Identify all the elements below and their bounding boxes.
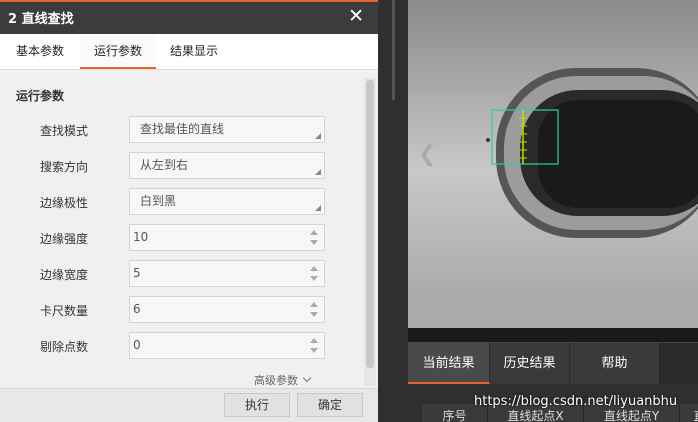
- spin-up-icon[interactable]: [310, 230, 318, 235]
- watermark-text: https://blog.csdn.net/liyuanbhu: [474, 394, 678, 409]
- tab-current-result[interactable]: 当前结果: [408, 343, 490, 384]
- param-value: 白到黑: [140, 194, 177, 208]
- spin-up-icon[interactable]: [310, 338, 318, 343]
- param-row-edge-width: 边缘宽度 5: [0, 260, 360, 288]
- spin-down-icon[interactable]: [310, 276, 318, 281]
- param-value: 从左到右: [140, 158, 189, 172]
- edge-strength-stepper[interactable]: 10: [129, 224, 325, 251]
- tab-history-result[interactable]: 历史结果: [490, 343, 570, 384]
- find-mode-select[interactable]: 查找最佳的直线: [129, 116, 325, 143]
- chevron-down-icon: [302, 373, 312, 383]
- param-label: 搜索方向: [40, 160, 89, 174]
- param-row-caliper-count: 卡尺数量 6: [0, 296, 360, 324]
- param-value: 0: [133, 338, 141, 352]
- image-viewer[interactable]: [408, 0, 698, 342]
- execute-button[interactable]: 执行: [224, 393, 290, 417]
- tab-run-params[interactable]: 运行参数: [80, 34, 156, 69]
- param-label: 边缘强度: [40, 232, 89, 246]
- tab-result-display[interactable]: 结果显示: [156, 34, 232, 69]
- line-find-dialog: 2 直线查找 ✕ 基本参数 运行参数 结果显示 运行参数 查找模式 查找最佳的直…: [0, 0, 378, 422]
- param-label: 边缘极性: [40, 196, 89, 210]
- param-row-edge-polarity: 边缘极性 白到黑: [0, 188, 360, 216]
- panel-splitter[interactable]: [378, 0, 408, 422]
- advanced-params-label: 高级参数: [254, 374, 298, 387]
- reject-points-stepper[interactable]: 0: [129, 332, 325, 359]
- dropdown-corner-icon: [315, 133, 321, 139]
- param-value: 6: [133, 302, 141, 316]
- table-header-more[interactable]: 直: [680, 404, 698, 422]
- result-tabs: 当前结果 历史结果 帮助: [408, 342, 698, 384]
- dialog-footer: 执行 确定: [0, 388, 378, 422]
- edge-polarity-select[interactable]: 白到黑: [129, 188, 325, 215]
- search-direction-select[interactable]: 从左到右: [129, 152, 325, 179]
- advanced-params-toggle[interactable]: 高级参数: [254, 372, 312, 388]
- spin-down-icon[interactable]: [310, 312, 318, 317]
- param-row-edge-strength: 边缘强度 10: [0, 224, 360, 252]
- spin-down-icon[interactable]: [310, 240, 318, 245]
- dialog-titlebar: 2 直线查找 ✕: [0, 0, 378, 34]
- close-icon[interactable]: ✕: [348, 5, 364, 27]
- camera-image: [408, 0, 698, 342]
- param-label: 边缘宽度: [40, 268, 89, 282]
- param-value: 查找最佳的直线: [140, 122, 225, 136]
- section-title: 运行参数: [16, 89, 65, 103]
- param-label: 卡尺数量: [40, 304, 89, 318]
- prev-image-icon[interactable]: ❮: [418, 142, 436, 167]
- param-row-find-mode: 查找模式 查找最佳的直线: [0, 116, 360, 144]
- param-value: 10: [133, 230, 149, 244]
- caliper-count-stepper[interactable]: 6: [129, 296, 325, 323]
- dropdown-corner-icon: [315, 169, 321, 175]
- dialog-title: 2 直线查找: [8, 12, 74, 27]
- scrollbar-thumb[interactable]: [366, 80, 374, 368]
- splitter-handle[interactable]: [392, 0, 395, 100]
- spin-down-icon[interactable]: [310, 348, 318, 353]
- spin-up-icon[interactable]: [310, 266, 318, 271]
- param-value: 5: [133, 266, 141, 280]
- param-label: 查找模式: [40, 124, 89, 138]
- tab-basic-params[interactable]: 基本参数: [0, 34, 80, 69]
- param-tabs: 基本参数 运行参数 结果显示: [0, 34, 378, 70]
- dropdown-corner-icon: [315, 205, 321, 211]
- tab-help[interactable]: 帮助: [570, 343, 660, 384]
- param-row-search-direction: 搜索方向 从左到右: [0, 152, 360, 180]
- run-params-panel: 运行参数 查找模式 查找最佳的直线 搜索方向 从左到右 边缘极性 白到黑 边缘强…: [0, 70, 378, 388]
- confirm-button[interactable]: 确定: [297, 393, 363, 417]
- spin-up-icon[interactable]: [310, 302, 318, 307]
- param-row-reject-points: 剔除点数 0: [0, 332, 360, 360]
- edge-width-stepper[interactable]: 5: [129, 260, 325, 287]
- param-label: 剔除点数: [40, 340, 89, 354]
